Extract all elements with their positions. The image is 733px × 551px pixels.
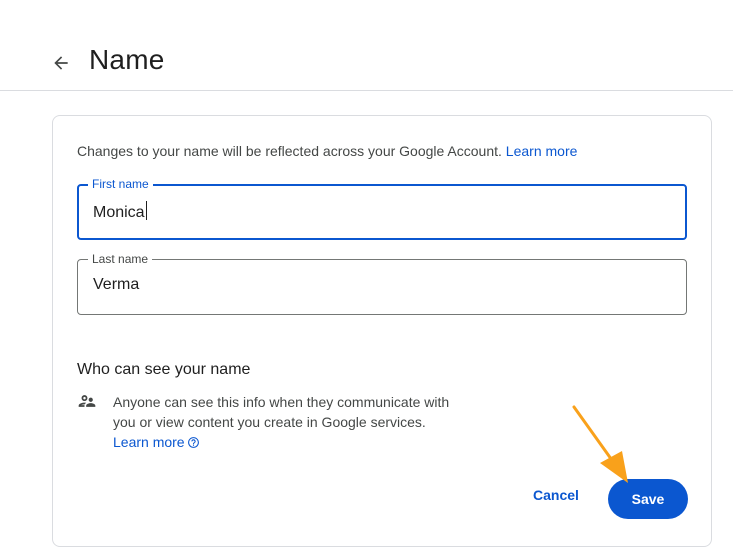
last-name-label: Last name [88,252,153,266]
intro-message: Changes to your name will be reflected a… [77,143,502,159]
last-name-field[interactable]: Last name Verma [77,252,687,315]
cancel-button[interactable]: Cancel [529,487,583,511]
visibility-description: Anyone can see this info when they commu… [113,392,473,452]
page-header: Name [0,0,733,91]
first-name-input[interactable]: Monica [93,201,653,222]
page-title: Name [89,44,165,75]
people-icon [78,395,96,407]
intro-learn-more-link[interactable]: Learn more [506,143,578,159]
first-name-field[interactable]: First name Monica [77,177,687,240]
last-name-input[interactable]: Verma [93,276,653,294]
save-button[interactable]: Save [608,479,688,519]
pointer-arrow-icon [572,405,628,483]
visibility-description-text: Anyone can see this info when they commu… [113,394,450,430]
arrow-back-icon [54,56,68,70]
intro-text: Changes to your name will be reflected a… [77,143,577,159]
first-name-value: Monica [93,204,145,221]
visibility-learn-more-label: Learn more [113,434,185,450]
visibility-learn-more-link[interactable]: Learn more [113,434,200,450]
first-name-label: First name [88,177,153,191]
text-caret [145,201,147,220]
help-circle-icon [187,437,199,448]
back-button[interactable] [46,48,76,78]
visibility-title: Who can see your name [77,361,251,378]
